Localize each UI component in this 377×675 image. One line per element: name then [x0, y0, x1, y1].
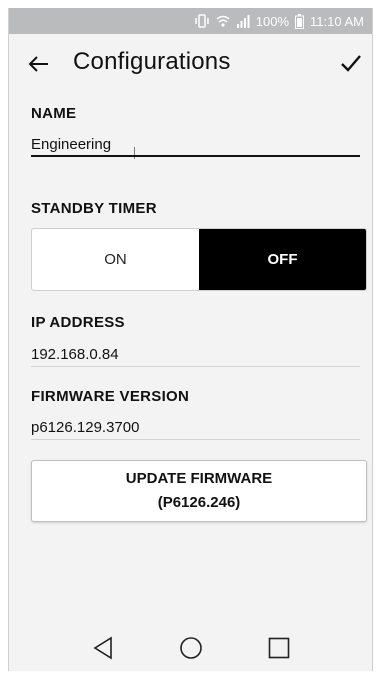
- update-button-label: UPDATE FIRMWARE: [125, 470, 273, 487]
- vibrate-icon: [194, 14, 210, 28]
- divider: [31, 366, 360, 367]
- update-firmware-button[interactable]: UPDATE FIRMWARE (P6126.246): [31, 460, 367, 522]
- recents-square-icon[interactable]: [268, 637, 290, 659]
- battery-percent: 100%: [255, 13, 290, 29]
- standby-off-option[interactable]: OFF: [199, 229, 366, 290]
- check-icon[interactable]: [338, 50, 364, 76]
- ip-address-value: 192.168.0.84: [31, 346, 119, 363]
- status-bar: 100% 11:10 AM: [9, 8, 372, 34]
- signal-icon: [236, 14, 250, 28]
- name-input[interactable]: Engineering: [31, 136, 111, 153]
- home-circle-icon[interactable]: [179, 636, 203, 660]
- text-cursor: [134, 147, 135, 159]
- name-label: NAME: [31, 105, 77, 122]
- standby-timer-label: STANDBY TIMER: [31, 200, 157, 217]
- back-triangle-icon[interactable]: [92, 636, 114, 660]
- divider: [31, 439, 360, 440]
- standby-on-option[interactable]: ON: [32, 229, 199, 290]
- wifi-icon: [216, 14, 230, 28]
- standby-timer-toggle: ON OFF: [31, 228, 367, 291]
- page-title: Configurations: [73, 48, 231, 75]
- arrow-left-icon[interactable]: [27, 52, 51, 76]
- navigation-bar: [9, 625, 372, 671]
- firmware-version-label: FIRMWARE VERSION: [31, 388, 190, 405]
- app-bar: Configurations: [9, 34, 372, 94]
- clock: 11:10 AM: [310, 13, 364, 29]
- firmware-version-value: p6126.129.3700: [31, 419, 140, 436]
- update-button-version: (P6126.246): [157, 494, 241, 511]
- device-screen: 100% 11:10 AM Configurations NAME Engine…: [8, 8, 373, 671]
- name-input-underline: [31, 155, 360, 157]
- battery-icon: [295, 13, 305, 29]
- ip-address-label: IP ADDRESS: [31, 314, 125, 331]
